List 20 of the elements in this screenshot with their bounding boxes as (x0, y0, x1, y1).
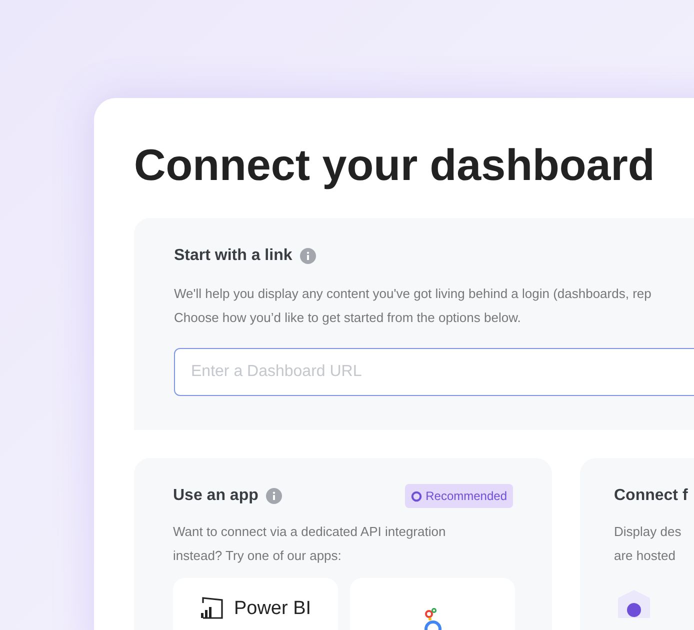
app-logo-icon (422, 608, 444, 630)
url-field[interactable]: Enter a Dashboard URL (174, 348, 694, 396)
info-icon[interactable] (300, 248, 316, 264)
section-heading: Use an app (173, 486, 258, 506)
section-heading: Start with a link (174, 246, 292, 266)
section-heading: Connect f (614, 487, 688, 504)
app-tile[interactable] (350, 578, 515, 630)
info-icon[interactable] (266, 488, 282, 504)
app-name: Power BI (234, 598, 312, 618)
app-tile[interactable]: Power BI (173, 578, 338, 630)
description-text: Want to connect via a dedicated API integration (173, 523, 447, 541)
description-text: instead? Try one of our apps: (173, 547, 342, 565)
page-title: Connect your dashboard (134, 140, 656, 192)
description-text: Choose how you’d like to get started from the options below. (174, 309, 522, 327)
badge-icon (410, 490, 422, 502)
description-text: Display des (614, 523, 682, 541)
description-text: are hosted (614, 547, 676, 565)
recommended-badge: Recommended (404, 484, 513, 508)
chart-icon (200, 597, 226, 619)
description-text: We'll help you display any content you've got living behind a login (dashboards, rep (174, 285, 652, 303)
